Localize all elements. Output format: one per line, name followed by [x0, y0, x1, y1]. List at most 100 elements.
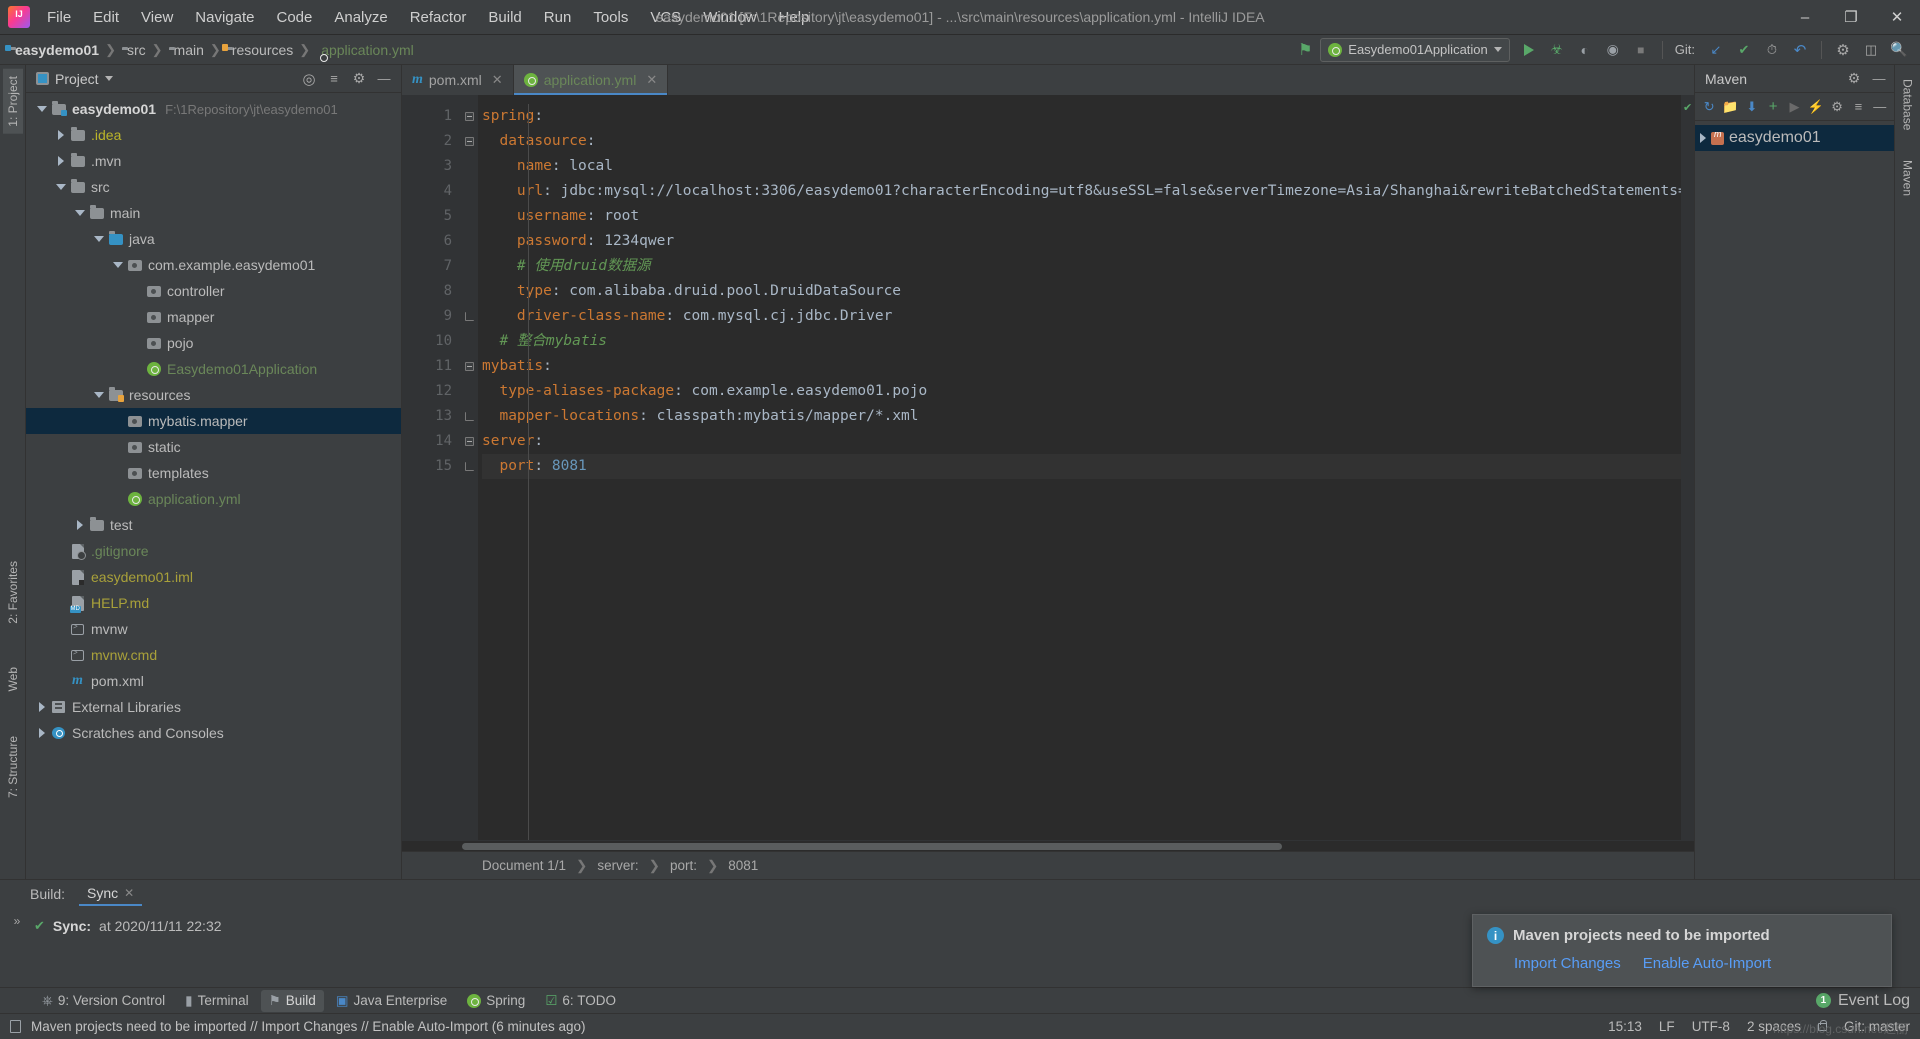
tool-window-spring[interactable]: Spring	[459, 990, 533, 1011]
tree-item-mvnw[interactable]: mvnw	[26, 616, 401, 642]
code-line[interactable]: type: com.alibaba.druid.pool.DruidDataSo…	[482, 279, 1681, 304]
tree-item-gitignore[interactable]: .gitignore	[26, 538, 401, 564]
tree-item-external-libraries[interactable]: External Libraries	[26, 694, 401, 720]
scrollbar-thumb[interactable]	[462, 843, 1282, 850]
tree-item-mybatis-mapper[interactable]: mybatis.mapper	[26, 408, 401, 434]
tab-application-yml[interactable]: application.yml ✕	[513, 65, 669, 95]
run-with-coverage-icon[interactable]: ◐	[1572, 38, 1598, 62]
chevron-down-icon[interactable]	[104, 76, 113, 81]
fold-marker-icon[interactable]	[460, 454, 478, 479]
chevron-down-icon[interactable]	[34, 101, 50, 117]
breadcrumb-server[interactable]: server:	[597, 858, 638, 873]
fold-marker-icon[interactable]	[460, 129, 478, 154]
tree-item-idea[interactable]: .idea	[26, 122, 401, 148]
rail-item-web[interactable]: Web	[3, 660, 23, 698]
settings-gear-icon[interactable]: ⚙	[348, 68, 370, 90]
chevron-right-icon[interactable]	[53, 153, 69, 169]
tab-pom-xml[interactable]: m pom.xml ✕	[402, 65, 514, 95]
project-file-tree[interactable]: easydemo01 F:\1Repository\jt\easydemo01 .i…	[26, 93, 401, 879]
tree-item-main[interactable]: main	[26, 200, 401, 226]
build-tab-sync[interactable]: Sync ✕	[79, 882, 143, 906]
expand-collapse-icon[interactable]: »	[14, 914, 21, 928]
tree-item-static[interactable]: static	[26, 434, 401, 460]
status-message[interactable]: Maven projects need to be imported // Im…	[31, 1019, 586, 1034]
breadcrumb-item-project[interactable]: easydemo01	[15, 42, 99, 58]
locate-icon[interactable]: ◎	[298, 68, 320, 90]
breadcrumb-item-src[interactable]: src	[127, 42, 146, 58]
rail-item-project[interactable]: 1: Project	[2, 69, 23, 134]
tree-item-controller[interactable]: controller	[26, 278, 401, 304]
breadcrumb-port[interactable]: port:	[670, 858, 697, 873]
breadcrumb-item-file[interactable]: application.yml	[321, 42, 414, 58]
tree-item-src[interactable]: src	[26, 174, 401, 200]
rail-item-favorites[interactable]: 2: Favorites	[3, 554, 23, 631]
fold-marker-icon[interactable]	[460, 404, 478, 429]
menu-vcs[interactable]: VCS	[639, 5, 692, 30]
status-line-separator[interactable]: LF	[1659, 1019, 1675, 1034]
tree-item-easydemo01application[interactable]: Easydemo01Application	[26, 356, 401, 382]
tool-window-terminal[interactable]: ▮ Terminal	[177, 990, 256, 1012]
event-log-label[interactable]: Event Log	[1838, 992, 1910, 1010]
chevron-right-icon[interactable]	[72, 517, 88, 533]
menu-refactor[interactable]: Refactor	[399, 5, 478, 30]
code-line[interactable]: # 整合mybatis	[482, 329, 1681, 354]
rail-item-maven[interactable]: Maven	[1898, 152, 1918, 204]
close-button[interactable]: ✕	[1874, 0, 1920, 35]
chevron-right-icon[interactable]	[53, 127, 69, 143]
status-encoding[interactable]: UTF-8	[1692, 1019, 1730, 1034]
stop-icon[interactable]: ■	[1628, 38, 1654, 62]
tree-item-help-md[interactable]: HELP.md	[26, 590, 401, 616]
menu-edit[interactable]: Edit	[82, 5, 130, 30]
code-line[interactable]: spring:	[482, 104, 1681, 129]
hide-panel-icon[interactable]: —	[1868, 68, 1890, 90]
layout-icon[interactable]: ◫	[1858, 38, 1884, 62]
breadcrumb-document[interactable]: Document 1/1	[482, 858, 566, 873]
maven-project-row[interactable]: easydemo01	[1695, 125, 1894, 151]
menu-view[interactable]: View	[130, 5, 184, 30]
menu-help[interactable]: Help	[768, 5, 821, 30]
menu-window[interactable]: Window	[692, 5, 767, 30]
tree-item-resources[interactable]: resources	[26, 382, 401, 408]
menu-tools[interactable]: Tools	[582, 5, 639, 30]
chevron-down-icon[interactable]	[91, 387, 107, 403]
settings-icon[interactable]: ⚙	[1830, 38, 1856, 62]
rail-item-structure[interactable]: 7: Structure	[3, 729, 23, 805]
code-folding-column[interactable]	[460, 95, 478, 840]
code-line[interactable]: name: local	[482, 154, 1681, 179]
close-icon[interactable]: ✕	[492, 72, 503, 88]
chevron-right-icon[interactable]	[34, 725, 50, 741]
tree-item-easydemo01-iml[interactable]: easydemo01.iml	[26, 564, 401, 590]
generate-sources-icon[interactable]: 📁	[1720, 95, 1740, 119]
git-update-icon[interactable]: ↙	[1703, 38, 1729, 62]
download-sources-icon[interactable]: ⬇	[1742, 95, 1762, 119]
import-changes-link[interactable]: Import Changes	[1514, 955, 1621, 972]
minimize-button[interactable]: –	[1782, 0, 1828, 35]
run-icon[interactable]	[1516, 38, 1542, 62]
code-line[interactable]: mybatis:	[482, 354, 1681, 379]
fold-marker-icon[interactable]	[460, 354, 478, 379]
hide-panel-icon[interactable]: —	[1870, 95, 1890, 119]
git-commit-icon[interactable]: ✔	[1731, 38, 1757, 62]
reimport-icon[interactable]: ↻	[1699, 95, 1719, 119]
tree-item-pom-xml[interactable]: m pom.xml	[26, 668, 401, 694]
chevron-down-icon[interactable]	[72, 205, 88, 221]
fold-marker-icon[interactable]	[460, 429, 478, 454]
tree-item-templates[interactable]: templates	[26, 460, 401, 486]
menu-navigate[interactable]: Navigate	[184, 5, 265, 30]
menu-code[interactable]: Code	[265, 5, 323, 30]
code-content[interactable]: spring: datasource: name: local url: jdb…	[478, 95, 1681, 479]
code-line[interactable]: port: 8081	[482, 454, 1681, 479]
code-line[interactable]: server:	[482, 429, 1681, 454]
tree-item-scratches-and-consoles[interactable]: Scratches and Consoles	[26, 720, 401, 746]
chevron-right-icon[interactable]	[34, 699, 50, 715]
tree-item-mapper[interactable]: mapper	[26, 304, 401, 330]
collapse-all-icon[interactable]: ≡	[1848, 95, 1868, 119]
tree-item-mvnw-cmd[interactable]: mvnw.cmd	[26, 642, 401, 668]
add-maven-project-icon[interactable]: +	[1763, 95, 1783, 119]
build-hammer-icon[interactable]: ⚑	[1292, 38, 1318, 62]
code-line[interactable]: driver-class-name: com.mysql.cj.jdbc.Dri…	[482, 304, 1681, 329]
tool-window-todo[interactable]: ☑ 6: TODO	[537, 990, 624, 1012]
tree-item-application-yml[interactable]: application.yml	[26, 486, 401, 512]
git-history-icon[interactable]: ⏱	[1759, 38, 1785, 62]
code-line[interactable]: type-aliases-package: com.example.easyde…	[482, 379, 1681, 404]
